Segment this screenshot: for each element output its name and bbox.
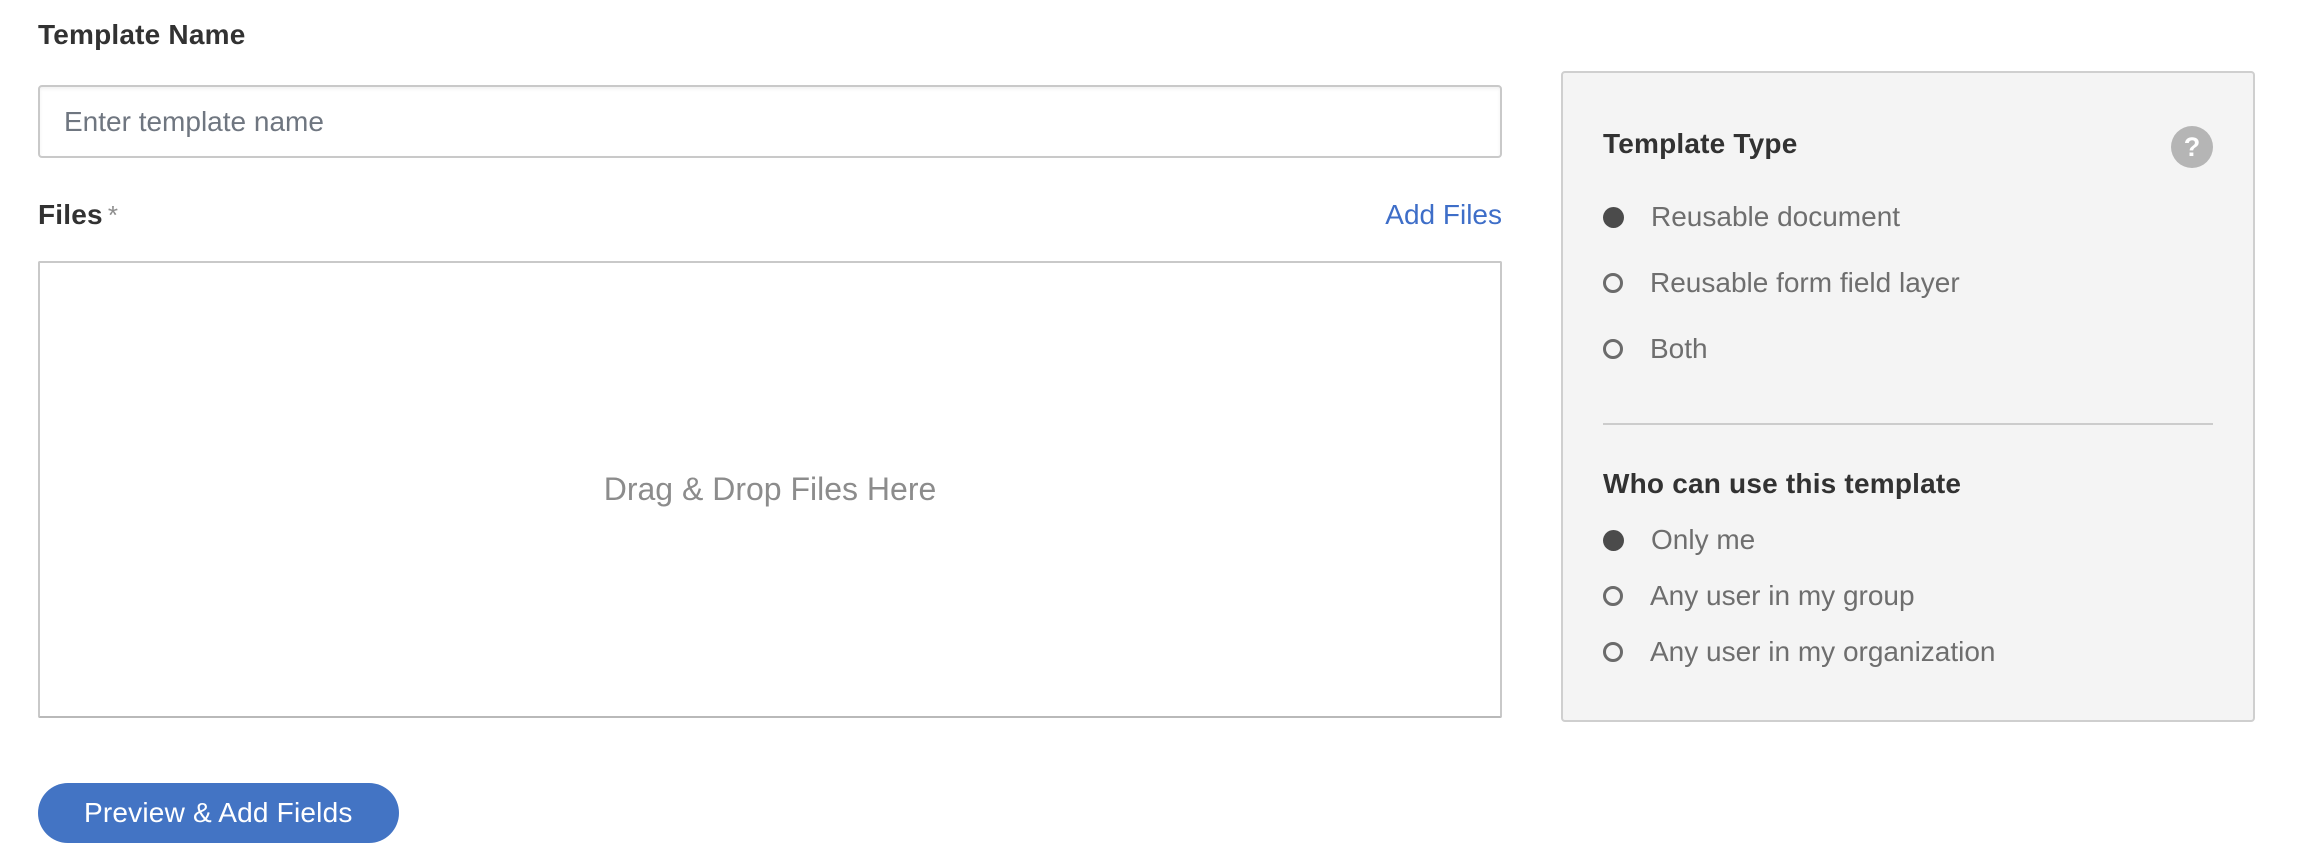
radio-option-label: Any user in my group — [1650, 579, 1915, 613]
main-form: Template Name Files* Add Files Drag & Dr… — [38, 0, 1502, 843]
template-name-input[interactable] — [38, 85, 1502, 158]
help-icon[interactable]: ? — [2171, 126, 2213, 168]
files-label-group: Files* — [38, 198, 118, 237]
radio-option-any-user-in-my-group[interactable]: Any user in my group — [1603, 579, 2213, 613]
radio-icon[interactable] — [1603, 339, 1623, 359]
required-asterisk: * — [108, 200, 118, 230]
radio-option-label: Reusable form field layer — [1650, 266, 1960, 300]
file-dropzone[interactable]: Drag & Drop Files Here — [38, 261, 1502, 718]
who-can-use-title: Who can use this template — [1603, 467, 2213, 501]
template-type-radio-group: Reusable document Reusable form field la… — [1603, 200, 2213, 366]
template-options-panel: Template Type ? Reusable document Reusab… — [1561, 71, 2255, 722]
radio-icon[interactable] — [1603, 530, 1624, 551]
dropzone-hint: Drag & Drop Files Here — [604, 471, 937, 508]
create-template-page: { "colors": { "heading-text": "#323232",… — [0, 0, 2306, 866]
files-label: Files — [38, 199, 103, 230]
radio-option-label: Only me — [1651, 523, 1755, 557]
radio-icon[interactable] — [1603, 207, 1624, 228]
radio-option-label: Reusable document — [1651, 200, 1900, 234]
radio-option-both[interactable]: Both — [1603, 332, 2213, 366]
radio-option-reusable-document[interactable]: Reusable document — [1603, 200, 2213, 234]
radio-option-only-me[interactable]: Only me — [1603, 523, 2213, 557]
radio-icon[interactable] — [1603, 273, 1623, 293]
radio-option-label: Both — [1650, 332, 1708, 366]
radio-option-any-user-in-my-organization[interactable]: Any user in my organization — [1603, 635, 2213, 669]
radio-icon[interactable] — [1603, 642, 1623, 662]
radio-option-label: Any user in my organization — [1650, 635, 1996, 669]
who-can-use-radio-group: Only me Any user in my group Any user in… — [1603, 523, 2213, 669]
files-header-row: Files* Add Files — [38, 198, 1502, 237]
template-type-header: Template Type ? — [1603, 126, 2213, 168]
add-files-link[interactable]: Add Files — [1385, 198, 1502, 232]
template-name-label: Template Name — [38, 18, 1502, 52]
preview-add-fields-button[interactable]: Preview & Add Fields — [38, 783, 399, 843]
radio-icon[interactable] — [1603, 586, 1623, 606]
radio-option-reusable-form-field-layer[interactable]: Reusable form field layer — [1603, 266, 2213, 300]
panel-divider — [1603, 423, 2213, 425]
template-type-title: Template Type — [1603, 126, 1798, 162]
